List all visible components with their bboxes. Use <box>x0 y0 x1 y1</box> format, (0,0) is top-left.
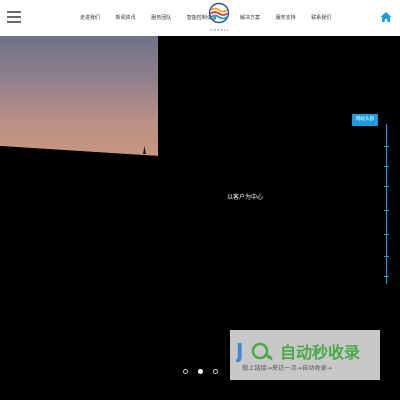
home-icon[interactable] <box>380 11 392 23</box>
timeline-tick[interactable] <box>384 276 389 277</box>
watermark-banner: J 自动秒收录 做上链接→来访一次→自动收录→ <box>230 330 380 380</box>
site-header: 走进我们 新闻资讯 服务团队 智能控制设备 GORELL 解决方案 服务支持 联… <box>0 0 400 36</box>
nav-item-contact[interactable]: 联系我们 <box>311 14 331 21</box>
timeline-tick[interactable] <box>384 186 389 187</box>
nav-item-team[interactable]: 服务团队 <box>151 14 171 21</box>
carousel-dot[interactable] <box>213 369 218 374</box>
carousel-dots <box>181 369 221 377</box>
timeline-tick[interactable] <box>384 146 389 147</box>
timeline-tag[interactable]: 网站头部 <box>352 114 378 126</box>
menu-icon[interactable] <box>7 11 21 23</box>
hero-slogan: 以客户为中心 <box>226 194 263 201</box>
timeline-tick[interactable] <box>384 166 389 167</box>
nav-item-about[interactable]: 走进我们 <box>80 14 100 21</box>
watermark-title: 自动秒收录 <box>280 343 361 362</box>
page: 走进我们 新闻资讯 服务团队 智能控制设备 GORELL 解决方案 服务支持 联… <box>0 0 400 400</box>
carousel-dot[interactable] <box>183 369 188 374</box>
timeline-tick[interactable] <box>384 256 389 257</box>
nav-item-support[interactable]: 服务支持 <box>276 14 296 21</box>
carousel-dot-active[interactable] <box>198 369 203 374</box>
svg-text:J: J <box>236 339 243 362</box>
nav-item-solutions[interactable]: 解决方案 <box>240 14 260 21</box>
watermark-logo-icon: J <box>236 339 273 362</box>
hero-image <box>0 36 158 160</box>
nav-item-news[interactable]: 新闻资讯 <box>116 14 136 21</box>
timeline-tick[interactable] <box>384 210 389 211</box>
timeline-line <box>386 124 387 284</box>
timeline-tick[interactable] <box>384 234 389 235</box>
nav-right: 解决方案 服务支持 联系我们 <box>240 14 345 21</box>
watermark-subtitle: 做上链接→来访一次→自动收录→ <box>242 365 332 372</box>
logo-text: GORELL <box>210 28 230 32</box>
